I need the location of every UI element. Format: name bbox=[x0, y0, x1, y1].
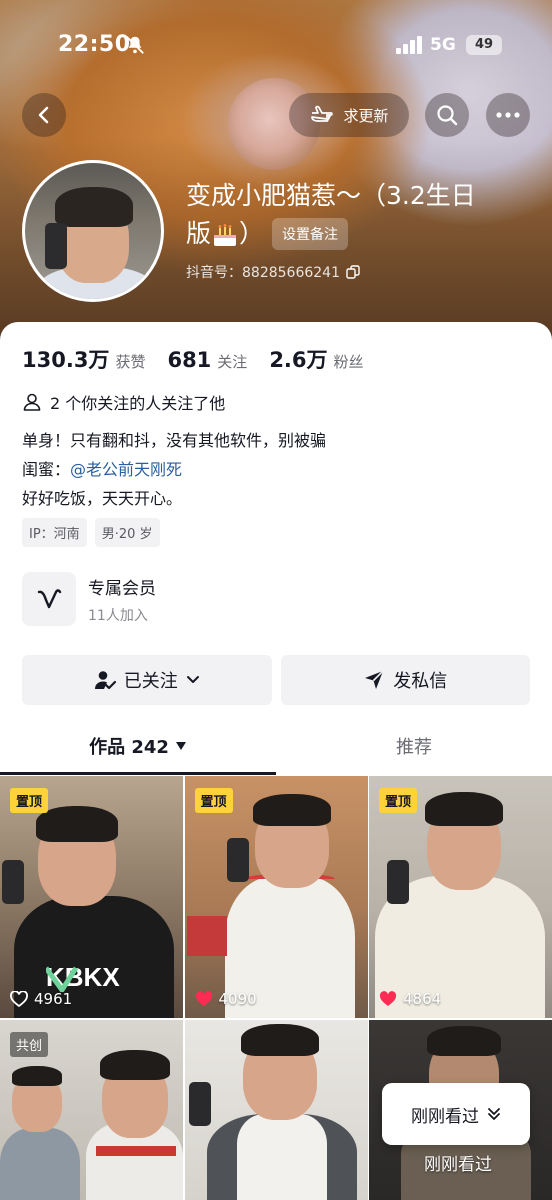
avatar[interactable] bbox=[22, 160, 164, 302]
followed-user-icon bbox=[94, 671, 116, 690]
followed-label: 已关注 bbox=[123, 671, 178, 692]
mutual-follow-row[interactable]: 2 个你关注的人关注了他 bbox=[22, 390, 225, 414]
followers-label[interactable]: 粉丝 bbox=[334, 351, 364, 372]
set-remark-button[interactable]: 设置备注 bbox=[272, 218, 349, 250]
chevron-left-icon bbox=[38, 106, 49, 124]
video-thumbnail[interactable]: 置顶 4090 bbox=[184, 776, 368, 1018]
video-likes: 4864 bbox=[379, 990, 441, 1008]
tab-recommend[interactable]: 推荐 bbox=[276, 718, 552, 774]
status-time: 22:50 bbox=[58, 32, 131, 57]
video-thumbnail[interactable] bbox=[184, 1020, 368, 1200]
double-chevron-down-icon bbox=[488, 1108, 500, 1120]
person-icon bbox=[23, 393, 41, 411]
video-thumbnail[interactable]: KBKX 置顶 4961 bbox=[0, 776, 183, 1018]
douyin-id[interactable]: 抖音号：88285666241 bbox=[186, 262, 360, 282]
signal-icon bbox=[396, 36, 422, 54]
back-button[interactable] bbox=[22, 93, 66, 137]
followers-count[interactable]: 2.6万 bbox=[269, 344, 327, 374]
heart-outline-icon bbox=[10, 991, 28, 1007]
request-update-label: 求更新 bbox=[343, 106, 389, 125]
tab-works-label: 作品 242 bbox=[89, 737, 169, 758]
followed-button[interactable]: 已关注 bbox=[22, 655, 272, 705]
hand-point-icon bbox=[311, 105, 334, 122]
stats-row: 130.3万 获赞 681 关注 2.6万 粉丝 bbox=[22, 344, 386, 374]
send-icon bbox=[365, 670, 384, 689]
heart-filled-icon bbox=[379, 991, 397, 1006]
network-type: 5G bbox=[430, 35, 456, 55]
profile-name-line1: 变成小肥猫惹～（3.2生日 bbox=[186, 181, 476, 210]
membership-icon bbox=[22, 572, 76, 626]
membership-entry[interactable]: 专属会员 11人加入 bbox=[22, 572, 156, 626]
send-message-button[interactable]: 发私信 bbox=[280, 655, 530, 705]
likes-label: 获赞 bbox=[115, 353, 146, 371]
battery-icon: 49 bbox=[466, 35, 502, 55]
video-likes: 4961 bbox=[10, 990, 72, 1008]
active-tab-indicator bbox=[0, 772, 276, 775]
pinned-badge: 置顶 bbox=[194, 788, 233, 813]
video-thumbnail[interactable]: 共创 bbox=[0, 1020, 183, 1200]
membership-title: 专属会员 bbox=[88, 578, 156, 599]
content-tabs: 作品 242 推荐 bbox=[0, 718, 552, 774]
following-count[interactable]: 681 bbox=[167, 348, 211, 372]
gender-age-tag: 男·20 岁 bbox=[94, 518, 160, 547]
search-button[interactable] bbox=[425, 93, 469, 137]
video-thumbnail[interactable]: 置顶 4864 bbox=[369, 776, 552, 1018]
recently-viewed-popup-label: 刚刚看过 bbox=[411, 1106, 479, 1127]
more-dots-icon bbox=[496, 112, 520, 118]
profile-name-block: 变成小肥猫惹～（3.2生日 版 ） 设置备注 bbox=[186, 178, 526, 252]
status-bar: 22:50 5G 49 bbox=[0, 0, 552, 90]
collab-badge: 共创 bbox=[10, 1032, 49, 1057]
tab-recommend-label: 推荐 bbox=[396, 737, 432, 758]
tab-works[interactable]: 作品 242 bbox=[0, 718, 276, 774]
bio-line3: 好好吃饭，天天开心。 bbox=[22, 489, 183, 508]
video-likes: 4090 bbox=[195, 990, 257, 1008]
membership-subtitle: 11人加入 bbox=[88, 607, 148, 624]
bio-line2: 闺蜜：@老公前天刚死 bbox=[22, 460, 183, 479]
ip-location-tag: IP：河南 bbox=[22, 518, 87, 547]
birthday-cake-icon bbox=[214, 224, 237, 246]
bell-off-icon bbox=[126, 36, 144, 54]
shirt-print: KBKX bbox=[46, 962, 120, 992]
copy-icon[interactable] bbox=[346, 265, 360, 279]
action-buttons: 已关注 发私信 bbox=[22, 655, 530, 705]
more-button[interactable] bbox=[486, 93, 530, 137]
profile-name-line2: 版 ） bbox=[186, 219, 265, 248]
bio-mention-link[interactable]: @老公前天刚死 bbox=[70, 460, 182, 479]
heart-filled-icon bbox=[195, 991, 212, 1006]
chevron-down-icon bbox=[186, 676, 199, 683]
douyin-id-text: 抖音号：88285666241 bbox=[186, 265, 340, 281]
mutual-follow-text: 2 个你关注的人关注了他 bbox=[50, 394, 226, 413]
bio: 单身！只有翻和抖，没有其他软件，别被骗 闺蜜：@老公前天刚死 好好吃饭，天天开心… bbox=[22, 426, 326, 513]
request-update-button[interactable]: 求更新 bbox=[289, 93, 409, 137]
recently-viewed-popup[interactable]: 刚刚看过 bbox=[382, 1083, 530, 1145]
caret-down-icon bbox=[175, 742, 186, 750]
bio-line1: 单身！只有翻和抖，没有其他软件，别被骗 bbox=[22, 431, 327, 450]
search-icon bbox=[437, 105, 458, 126]
recently-viewed-overlay-label: 刚刚看过 bbox=[424, 1155, 492, 1175]
send-message-label: 发私信 bbox=[393, 671, 448, 692]
pinned-badge: 置顶 bbox=[10, 788, 49, 813]
profile-tags: IP：河南 男·20 岁 bbox=[22, 518, 160, 547]
likes-count: 130.3万 bbox=[22, 348, 110, 372]
pinned-badge: 置顶 bbox=[379, 788, 418, 813]
following-label[interactable]: 关注 bbox=[217, 351, 247, 372]
